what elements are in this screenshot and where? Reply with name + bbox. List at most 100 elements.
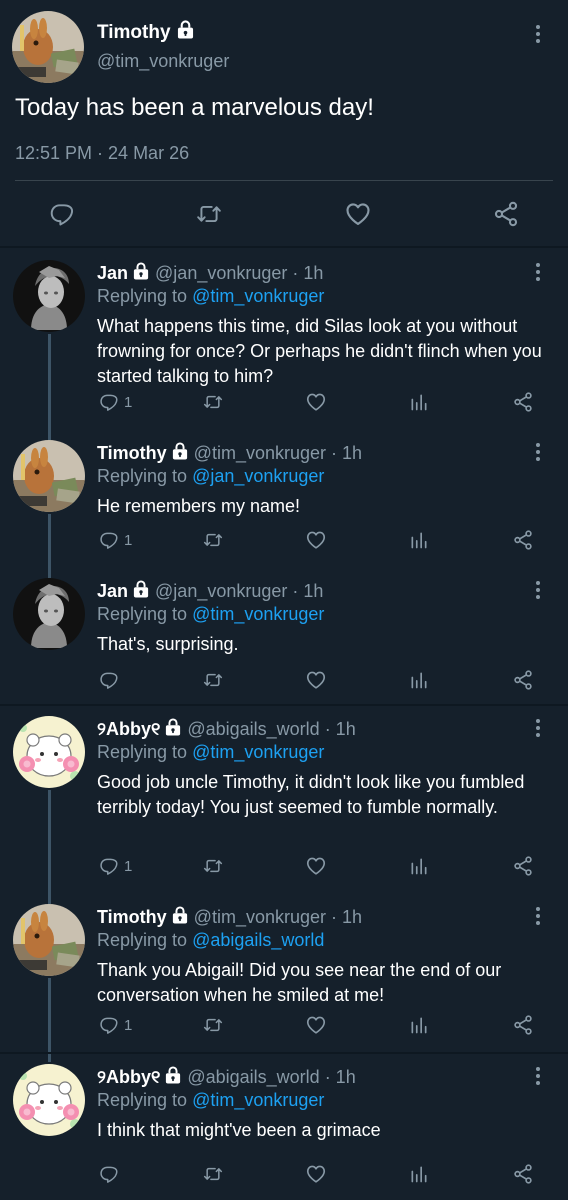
heart-icon[interactable] — [344, 200, 372, 228]
reply-button[interactable]: 1 — [99, 856, 132, 876]
share-button[interactable] — [512, 529, 534, 551]
lock-icon — [133, 580, 149, 603]
retweet-button[interactable] — [202, 530, 224, 550]
replying-to-link[interactable]: @tim_vonkruger — [192, 742, 324, 762]
share-icon — [512, 529, 534, 551]
reply-button[interactable]: 1 — [99, 1015, 132, 1035]
replying-to-link[interactable]: @tim_vonkruger — [192, 286, 324, 306]
replying-to-link[interactable]: @abigails_world — [192, 930, 324, 950]
author-handle[interactable]: @tim_vonkruger — [194, 443, 326, 464]
reply-actions — [0, 670, 568, 696]
retweet-button[interactable] — [202, 670, 224, 690]
reply-tweet[interactable]: Jan @jan_vonkruger · 1h Replying to @tim… — [0, 568, 568, 704]
avatar[interactable] — [12, 11, 84, 83]
author-handle[interactable]: @abigails_world — [187, 1067, 319, 1088]
author-handle[interactable]: @tim_vonkruger — [194, 907, 326, 928]
heart-icon — [305, 669, 327, 691]
replying-to: Replying to @tim_vonkruger — [97, 604, 324, 625]
like-button[interactable] — [305, 1163, 327, 1185]
reply-tweet[interactable]: ୨Abby୧ @abigails_world · 1h Replying to … — [0, 1054, 568, 1200]
avatar[interactable] — [13, 716, 85, 788]
author-handle[interactable]: @abigails_world — [187, 719, 319, 740]
avatar[interactable] — [13, 260, 85, 332]
analytics-icon — [409, 670, 429, 690]
reply-button[interactable]: 1 — [99, 530, 132, 550]
reply-tweet[interactable]: Timothy @tim_vonkruger · 1h Replying to … — [0, 894, 568, 1062]
more-icon[interactable] — [533, 1064, 543, 1088]
like-button[interactable] — [305, 669, 327, 691]
reply-icon — [99, 1164, 119, 1184]
share-button[interactable] — [512, 669, 534, 691]
more-icon[interactable] — [533, 716, 543, 740]
retweet-button[interactable] — [202, 856, 224, 876]
retweet-button[interactable] — [202, 1015, 224, 1035]
lock-icon — [165, 718, 181, 741]
avatar[interactable] — [13, 1064, 85, 1136]
reply-time: · 1h — [292, 263, 324, 283]
lock-icon — [177, 20, 194, 45]
author-name[interactable]: Timothy — [97, 443, 167, 464]
analytics-button[interactable] — [409, 1015, 429, 1035]
author-name[interactable]: Timothy — [97, 907, 167, 928]
reply-text: Good job uncle Timothy, it didn't look l… — [97, 772, 525, 817]
share-button[interactable] — [512, 1014, 534, 1036]
more-icon[interactable] — [533, 904, 543, 928]
retweet-icon[interactable] — [195, 201, 223, 227]
reply-tweet[interactable]: Jan @jan_vonkruger · 1h Replying to @tim… — [0, 250, 568, 440]
more-icon[interactable] — [533, 578, 543, 602]
retweet-icon — [202, 670, 224, 690]
reply-text: What happens this time, did Silas look a… — [97, 316, 542, 386]
reply-header: Jan @jan_vonkruger · 1h — [97, 580, 323, 603]
divider — [0, 246, 568, 248]
author-name[interactable]: Timothy — [97, 20, 194, 45]
share-button[interactable] — [512, 855, 534, 877]
author-name-text: Timothy — [97, 21, 171, 43]
replying-to: Replying to @abigails_world — [97, 930, 324, 951]
share-icon — [512, 669, 534, 691]
share-button[interactable] — [512, 1163, 534, 1185]
like-button[interactable] — [305, 391, 327, 413]
share-icon — [512, 391, 534, 413]
retweet-icon — [202, 392, 224, 412]
replying-to-label: Replying to — [97, 1090, 188, 1110]
reply-icon[interactable] — [49, 201, 75, 227]
like-button[interactable] — [305, 855, 327, 877]
more-icon[interactable] — [533, 440, 543, 464]
analytics-button[interactable] — [409, 856, 429, 876]
author-name[interactable]: ୨Abby୧ — [97, 1067, 160, 1088]
avatar[interactable] — [13, 578, 85, 650]
more-icon[interactable] — [533, 22, 543, 46]
share-button[interactable] — [512, 391, 534, 413]
reply-icon — [99, 856, 119, 876]
analytics-icon — [409, 392, 429, 412]
reply-time: · 1h — [331, 907, 363, 927]
avatar[interactable] — [13, 440, 85, 512]
analytics-button[interactable] — [409, 530, 429, 550]
author-name[interactable]: Jan — [97, 263, 128, 284]
analytics-button[interactable] — [409, 392, 429, 412]
replying-to-label: Replying to — [97, 930, 188, 950]
analytics-button[interactable] — [409, 670, 429, 690]
reply-tweet[interactable]: Timothy @tim_vonkruger · 1h Replying to … — [0, 430, 568, 578]
like-button[interactable] — [305, 1014, 327, 1036]
author-handle[interactable]: @jan_vonkruger — [155, 581, 287, 602]
retweet-button[interactable] — [202, 1164, 224, 1184]
author-name[interactable]: ୨Abby୧ — [97, 719, 160, 740]
reply-button[interactable]: 1 — [99, 392, 132, 412]
like-button[interactable] — [305, 529, 327, 551]
reply-tweet[interactable]: ୨Abby୧ @abigails_world · 1h Replying to … — [0, 706, 568, 904]
analytics-button[interactable] — [409, 1164, 429, 1184]
share-icon[interactable] — [492, 200, 520, 228]
replying-to-link[interactable]: @jan_vonkruger — [192, 466, 324, 486]
author-handle[interactable]: @jan_vonkruger — [155, 263, 287, 284]
avatar[interactable] — [13, 904, 85, 976]
retweet-button[interactable] — [202, 392, 224, 412]
author-handle[interactable]: @tim_vonkruger — [97, 51, 229, 72]
more-icon[interactable] — [533, 260, 543, 284]
replying-to-link[interactable]: @tim_vonkruger — [192, 604, 324, 624]
reply-text: Thank you Abigail! Did you see near the … — [97, 960, 502, 1005]
replying-to-link[interactable]: @tim_vonkruger — [192, 1090, 324, 1110]
reply-button[interactable] — [99, 670, 124, 690]
author-name[interactable]: Jan — [97, 581, 128, 602]
reply-button[interactable] — [99, 1164, 124, 1184]
